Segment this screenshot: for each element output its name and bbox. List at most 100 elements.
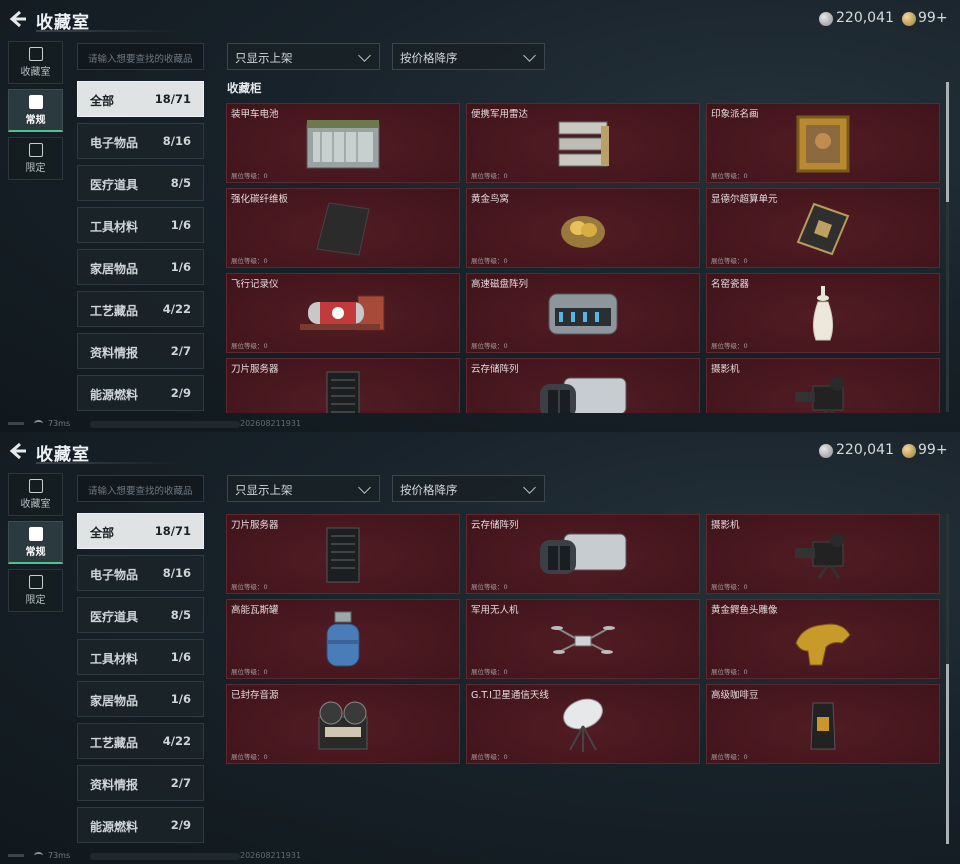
collection-item-card[interactable]: 军用无人机 展位等级：0	[466, 599, 700, 679]
back-arrow-icon[interactable]	[8, 10, 28, 28]
category-list: 全部 18/71 电子物品 8/16 医疗道具 8/5 工具材料 1/6 家居物品 1/6…	[77, 513, 204, 849]
build-stamp: 202608211931	[240, 419, 302, 428]
sidenav-label: 限定	[25, 163, 46, 174]
item-level: 展位等级：0	[711, 172, 748, 180]
status-bar: 73ms 202608211931	[0, 418, 960, 432]
item-name: 云存储阵列	[471, 364, 519, 375]
item-level: 展位等级：0	[471, 753, 508, 761]
collection-item-card[interactable]: 摄影机展位等级：0	[706, 514, 940, 594]
blade-server-icon	[323, 370, 363, 413]
sidenav-label: 常规	[25, 115, 46, 126]
wifi-icon	[34, 852, 43, 859]
category-medical[interactable]: 医疗道具 8/5	[77, 597, 204, 633]
item-level: 展位等级：0	[471, 583, 508, 591]
category-household[interactable]: 家居物品 1/6	[77, 249, 204, 285]
category-intel[interactable]: 资料情报 2/7	[77, 765, 204, 801]
collection-item-card[interactable]: 显德尔超算单元 展位等级：0	[706, 188, 940, 268]
availability-dropdown[interactable]: 只显示上架	[227, 475, 380, 502]
sidenav-item-collection[interactable]: 收藏室	[8, 473, 63, 516]
collection-item-card[interactable]: 黄金鳄鱼头雕像 展位等级：0	[706, 599, 940, 679]
coffee-bag-icon	[807, 699, 839, 755]
gold-coin-icon	[902, 12, 916, 26]
item-name: 已封存音源	[231, 690, 279, 701]
item-level: 展位等级：0	[231, 257, 268, 265]
collection-item-card[interactable]: 已封存音源展位等级：0	[226, 684, 460, 764]
collection-item-card[interactable]: 名窑瓷器 展位等级：0	[706, 273, 940, 353]
item-name: 印象派名画	[711, 109, 759, 120]
item-name: 高级咖啡豆	[711, 690, 759, 701]
category-tools[interactable]: 工具材料 1/6	[77, 207, 204, 243]
category-electronics[interactable]: 电子物品 8/16	[77, 123, 204, 159]
category-energy[interactable]: 能源燃料 2/9	[77, 375, 204, 411]
search-placeholder: 请输入想要查找的收藏品	[88, 486, 193, 497]
category-label: 工具材料	[90, 652, 139, 666]
category-tools[interactable]: 工具材料 1/6	[77, 639, 204, 675]
category-count: 1/6	[170, 692, 191, 706]
item-level: 展位等级：0	[231, 753, 268, 761]
category-intel[interactable]: 资料情报 2/7	[77, 333, 204, 369]
availability-dropdown[interactable]: 只显示上架	[227, 43, 380, 70]
collection-item-card[interactable]: 飞行记录仪 展位等级：0	[226, 273, 460, 353]
collection-item-card[interactable]: 装甲车电池 展位等级：0	[226, 103, 460, 183]
collection-item-card[interactable]: 黄金鸟窝 展位等级：0	[466, 188, 700, 268]
scrollbar[interactable]	[946, 82, 949, 412]
scroll-thumb[interactable]	[946, 82, 949, 202]
category-electronics[interactable]: 电子物品 8/16	[77, 555, 204, 591]
category-label: 工具材料	[90, 220, 139, 234]
search-input[interactable]: 请输入想要查找的收藏品	[77, 475, 204, 502]
category-count: 2/7	[170, 776, 191, 790]
sidenav-item-limited[interactable]: 限定	[8, 137, 63, 180]
collection-item-card[interactable]: 摄影机展位等级：0	[706, 358, 940, 413]
build-stamp: 202608211931	[240, 851, 302, 860]
category-crafts[interactable]: 工艺藏品 4/22	[77, 291, 204, 327]
item-name: 摄影机	[711, 364, 740, 375]
collection-item-card[interactable]: 便携军用雷达 展位等级：0	[466, 103, 700, 183]
collection-item-card[interactable]: 高能瓦斯罐 展位等级：0	[226, 599, 460, 679]
collection-item-card[interactable]: 印象派名画展位等级：0	[706, 103, 940, 183]
collection-item-card[interactable]: 云存储阵列展位等级：0	[466, 358, 700, 413]
item-level: 展位等级：0	[471, 172, 508, 180]
collection-item-card[interactable]: G.T.I卫星通信天线 展位等级：0	[466, 684, 700, 764]
collection-item-card[interactable]: 强化碳纤维板 展位等级：0	[226, 188, 460, 268]
item-name: G.T.I卫星通信天线	[471, 690, 549, 701]
item-name: 显德尔超算单元	[711, 194, 778, 205]
item-level: 展位等级：0	[711, 753, 748, 761]
radar-icon	[553, 116, 613, 176]
category-medical[interactable]: 医疗道具 8/5	[77, 165, 204, 201]
category-all[interactable]: 全部 18/71	[77, 513, 204, 549]
category-count: 8/5	[170, 608, 191, 622]
sort-dropdown[interactable]: 按价格降序	[392, 475, 545, 502]
sidenav-item-regular[interactable]: 常规	[8, 521, 63, 564]
chevron-down-icon	[358, 49, 371, 62]
item-level: 展位等级：0	[231, 172, 268, 180]
sidenav-item-regular[interactable]: 常规	[8, 89, 63, 132]
sort-dropdown[interactable]: 按价格降序	[392, 43, 545, 70]
collection-item-card[interactable]: 高速磁盘阵列 展位等级：0	[466, 273, 700, 353]
reel-recorder-icon	[315, 697, 371, 757]
camera-icon	[791, 530, 855, 584]
trophy-icon	[28, 479, 43, 493]
chevron-down-icon	[523, 481, 536, 494]
scroll-thumb[interactable]	[946, 664, 949, 844]
item-name: 强化碳纤维板	[231, 194, 289, 205]
scrollbar[interactable]	[946, 514, 949, 844]
sidenav-item-limited[interactable]: 限定	[8, 569, 63, 612]
category-label: 家居物品	[90, 262, 139, 276]
category-all[interactable]: 全部 18/71	[77, 81, 204, 117]
collection-item-card[interactable]: 高级咖啡豆展位等级：0	[706, 684, 940, 764]
side-nav: 收藏室 常规 限定	[8, 41, 64, 185]
category-crafts[interactable]: 工艺藏品 4/22	[77, 723, 204, 759]
collection-item-card[interactable]: 云存储阵列展位等级：0	[466, 514, 700, 594]
category-count: 8/5	[170, 176, 191, 190]
back-arrow-icon[interactable]	[8, 442, 28, 460]
cloud-storage-icon	[538, 374, 628, 413]
category-count: 2/9	[170, 818, 191, 832]
category-energy[interactable]: 能源燃料 2/9	[77, 807, 204, 843]
sidenav-item-collection[interactable]: 收藏室	[8, 41, 63, 84]
category-label: 医疗道具	[90, 610, 139, 624]
category-household[interactable]: 家居物品 1/6	[77, 681, 204, 717]
collection-item-card[interactable]: 刀片服务器展位等级：0	[226, 358, 460, 413]
collection-item-card[interactable]: 刀片服务器展位等级：0	[226, 514, 460, 594]
category-label: 资料情报	[90, 346, 139, 360]
search-input[interactable]: 请输入想要查找的收藏品	[77, 43, 204, 70]
